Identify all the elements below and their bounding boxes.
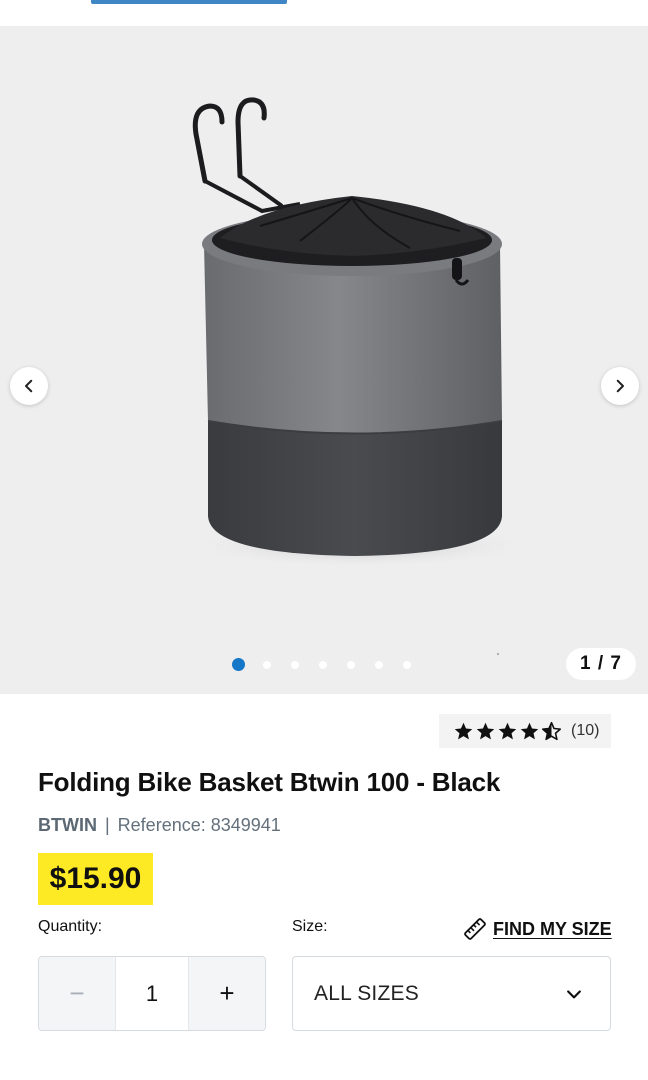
quantity-stepper: − 1 + bbox=[38, 956, 266, 1031]
rating-stars bbox=[453, 721, 563, 742]
quantity-label: Quantity: bbox=[38, 918, 103, 935]
size-label: Size: bbox=[292, 918, 328, 935]
product-reference: Reference: 8349941 bbox=[117, 815, 281, 835]
quantity-increase-button[interactable]: + bbox=[189, 957, 265, 1030]
gallery-dot-7[interactable] bbox=[403, 660, 411, 669]
gallery-prev-button[interactable] bbox=[10, 367, 48, 405]
chevron-down-icon bbox=[567, 989, 581, 998]
gallery-pagination-dots bbox=[232, 658, 431, 671]
quantity-decrease-button[interactable]: − bbox=[39, 957, 115, 1030]
meta-separator: | bbox=[104, 815, 110, 835]
chevron-left-icon bbox=[25, 379, 33, 393]
product-image bbox=[185, 97, 535, 655]
ruler-icon bbox=[464, 918, 486, 940]
star-icon bbox=[520, 722, 539, 739]
star-icon bbox=[476, 722, 495, 739]
chevron-right-icon bbox=[616, 379, 624, 393]
product-image-gallery[interactable]: 1 / 7 bbox=[0, 26, 648, 694]
product-meta: BTWIN | Reference: 8349941 bbox=[38, 815, 281, 836]
brand-name[interactable]: BTWIN bbox=[38, 815, 97, 836]
gallery-next-button[interactable] bbox=[601, 367, 639, 405]
half-star-icon bbox=[541, 721, 562, 740]
find-my-size-link[interactable]: FIND MY SIZE bbox=[462, 916, 612, 942]
rating-count: (10) bbox=[571, 722, 600, 739]
gallery-image-counter: 1 / 7 bbox=[566, 648, 636, 680]
quantity-input[interactable]: 1 bbox=[115, 957, 189, 1030]
size-selected-value: ALL SIZES bbox=[314, 981, 419, 1005]
price-badge: $15.90 bbox=[38, 853, 153, 905]
gallery-dot-4[interactable] bbox=[319, 660, 327, 669]
rating-summary[interactable]: (10) bbox=[439, 714, 611, 748]
top-tab-bar bbox=[0, 0, 648, 26]
size-dropdown[interactable]: ALL SIZES bbox=[292, 956, 611, 1031]
find-my-size-label: FIND MY SIZE bbox=[493, 918, 612, 939]
product-title: Folding Bike Basket Btwin 100 - Black bbox=[38, 767, 501, 797]
star-icon bbox=[498, 722, 517, 739]
gallery-dot-5[interactable] bbox=[347, 660, 355, 669]
star-icon bbox=[454, 722, 473, 739]
gallery-dot-6[interactable] bbox=[375, 660, 383, 669]
active-tab-indicator bbox=[91, 0, 287, 4]
gallery-dot-2[interactable] bbox=[263, 660, 271, 669]
gallery-dot-3[interactable] bbox=[291, 660, 299, 669]
gallery-dot-1[interactable] bbox=[232, 658, 245, 671]
